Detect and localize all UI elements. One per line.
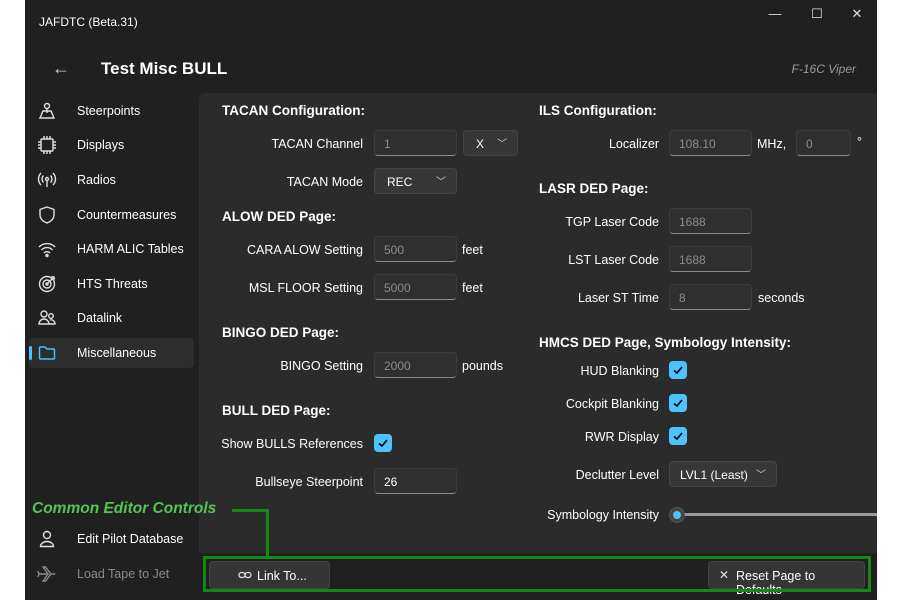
bingo-field[interactable]: 2000 — [374, 352, 457, 378]
steerpoint-icon — [37, 101, 57, 121]
declutter-level-label: Declutter Level — [575, 468, 659, 482]
lst-laser-field[interactable]: 1688 — [669, 246, 752, 272]
wifi-icon — [37, 239, 57, 259]
bingo-unit: pounds — [462, 359, 504, 373]
cara-alow-field[interactable]: 500 — [374, 236, 457, 262]
ils-section-title: ILS Configuration: — [539, 103, 657, 118]
lasr-section-title: LASR DED Page: — [539, 181, 649, 196]
localizer-field[interactable]: 108.10 — [669, 130, 752, 156]
people-icon — [37, 308, 57, 328]
back-arrow-icon[interactable]: ← — [49, 56, 73, 80]
nav-label: HTS Threats — [77, 277, 148, 291]
show-bulls-checkbox[interactable] — [374, 434, 392, 452]
nav-item-datalink[interactable]: Datalink — [29, 303, 194, 333]
nav-item-edit-pilot-database[interactable]: Edit Pilot Database — [29, 524, 194, 554]
tacan-band-value: X — [476, 137, 485, 151]
nav-item-load-tape[interactable]: Load Tape to Jet — [29, 559, 194, 589]
cockpit-blanking-checkbox[interactable] — [669, 394, 687, 412]
nav-item-radios[interactable]: Radios — [29, 165, 194, 195]
nav-item-miscellaneous[interactable]: Miscellaneous — [29, 338, 194, 368]
title-bar: JAFDTC (Beta.31) — ☐ ✕ — [25, 0, 877, 44]
tgp-laser-label: TGP Laser Code — [565, 215, 659, 229]
symbology-intensity-slider[interactable] — [669, 507, 685, 523]
laser-st-label: Laser ST Time — [577, 291, 659, 305]
rwr-display-label: RWR Display — [584, 430, 659, 444]
annotation-box — [203, 556, 871, 592]
tacan-mode-select[interactable]: REC ﹀ — [374, 168, 457, 194]
tacan-mode-value: REC — [387, 175, 413, 189]
chevron-down-icon: ﹀ — [497, 139, 507, 150]
cara-alow-unit: feet — [462, 243, 483, 257]
nav-item-countermeasures[interactable]: Countermeasures — [29, 200, 194, 230]
shield-icon — [37, 205, 57, 225]
minimize-button[interactable]: — — [760, 6, 790, 24]
nav-label: Edit Pilot Database — [77, 532, 184, 546]
annotation-leader-line — [232, 509, 269, 512]
nav-item-hts-threats[interactable]: HTS Threats — [29, 269, 194, 299]
nav-label: Miscellaneous — [77, 346, 157, 360]
nav-label: Displays — [77, 138, 125, 152]
ils-course-unit: ° — [857, 135, 862, 149]
tacan-channel-field[interactable]: 1 — [374, 130, 457, 156]
bullseye-steerpoint-field[interactable]: 26 — [374, 468, 457, 494]
annotation-leader-line — [266, 509, 269, 557]
hud-blanking-checkbox[interactable] — [669, 361, 687, 379]
cockpit-blanking-label: Cockpit Blanking — [565, 397, 659, 411]
localizer-label: Localizer — [608, 137, 659, 151]
app-title: JAFDTC (Beta.31) — [39, 15, 138, 29]
nav-item-harm-alic[interactable]: HARM ALIC Tables — [29, 234, 194, 264]
nav-label: Steerpoints — [77, 104, 141, 118]
annotation-label: Common Editor Controls — [32, 500, 217, 517]
antenna-icon — [37, 170, 57, 190]
declutter-level-value: LVL1 (Least) — [680, 468, 748, 482]
airframe-label: F-16C Viper — [791, 62, 856, 76]
bull-section-title: BULL DED Page: — [222, 403, 331, 418]
ils-course-field[interactable]: 0 — [796, 130, 851, 156]
nav-label: HARM ALIC Tables — [77, 242, 184, 256]
tacan-mode-label: TACAN Mode — [286, 175, 363, 189]
msl-floor-field[interactable]: 5000 — [374, 274, 457, 300]
bullseye-steerpoint-label: Bullseye Steerpoint — [255, 475, 363, 489]
hmcs-section-title: HMCS DED Page, Symbology Intensity: — [539, 335, 792, 350]
selection-indicator — [29, 346, 32, 360]
editor-panel: TACAN Configuration: TACAN Channel 1 X ﹀ … — [199, 93, 877, 553]
msl-floor-label: MSL FLOOR Setting — [248, 281, 363, 295]
localizer-unit: MHz, — [757, 137, 787, 151]
nav-label: Radios — [77, 173, 116, 187]
chevron-down-icon: ﹀ — [436, 177, 446, 188]
nav-item-displays[interactable]: Displays — [29, 130, 194, 160]
tacan-band-select[interactable]: X ﹀ — [463, 130, 518, 156]
declutter-level-select[interactable]: LVL1 (Least) ﹀ — [669, 461, 777, 487]
bingo-label: BINGO Setting — [280, 359, 363, 373]
chip-icon — [37, 135, 57, 155]
cara-alow-label: CARA ALOW Setting — [246, 243, 363, 257]
laser-st-unit: seconds — [758, 291, 805, 305]
chevron-down-icon: ﹀ — [756, 470, 766, 481]
page-title: Test Misc BULL — [101, 59, 228, 78]
close-button[interactable]: ✕ — [842, 6, 872, 24]
airplane-icon — [37, 564, 57, 584]
folder-icon — [37, 343, 57, 363]
laser-st-field[interactable]: 8 — [669, 284, 752, 310]
bingo-section-title: BINGO DED Page: — [222, 325, 340, 340]
target-icon — [37, 274, 57, 294]
rwr-display-checkbox[interactable] — [669, 427, 687, 445]
nav-label: Countermeasures — [77, 208, 177, 222]
maximize-button[interactable]: ☐ — [802, 6, 832, 24]
tacan-section-title: TACAN Configuration: — [222, 103, 365, 118]
tgp-laser-field[interactable]: 1688 — [669, 208, 752, 234]
hud-blanking-label: HUD Blanking — [580, 364, 659, 378]
alow-section-title: ALOW DED Page: — [222, 209, 337, 224]
person-icon — [37, 529, 57, 549]
lst-laser-label: LST Laser Code — [568, 253, 659, 267]
symbology-intensity-track[interactable] — [671, 513, 877, 516]
show-bulls-label: Show BULLS References — [221, 437, 363, 451]
symbology-intensity-label: Symbology Intensity — [547, 508, 659, 522]
msl-floor-unit: feet — [462, 281, 483, 295]
slider-thumb-dot — [673, 511, 681, 519]
tacan-channel-label: TACAN Channel — [271, 137, 363, 151]
nav-label: Datalink — [77, 311, 123, 325]
nav-label: Load Tape to Jet — [77, 567, 170, 581]
nav-item-steerpoints[interactable]: Steerpoints — [29, 96, 194, 126]
